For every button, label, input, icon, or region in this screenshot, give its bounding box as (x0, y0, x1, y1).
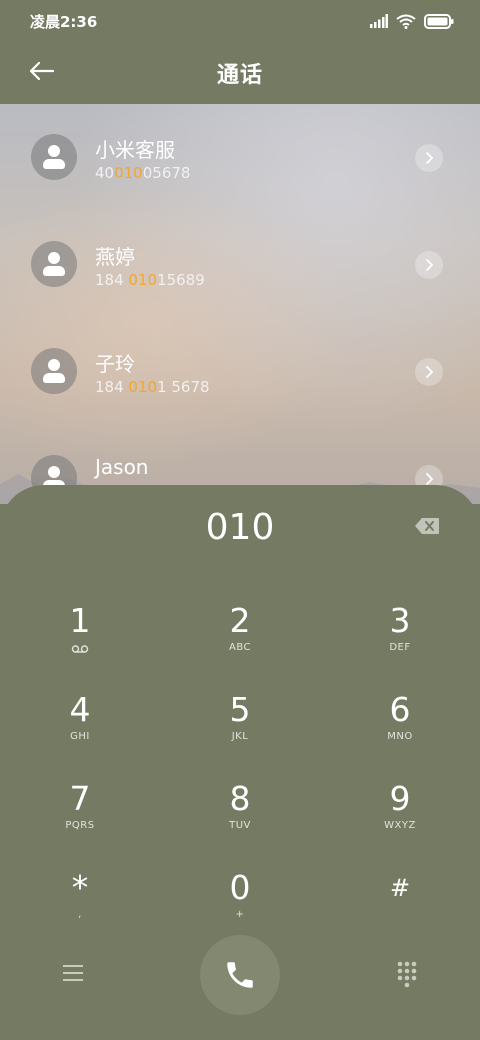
contact-row[interactable]: 小米客服 4001005678 (0, 104, 480, 184)
chevron-right-icon (426, 366, 434, 378)
details-button[interactable] (415, 144, 443, 172)
battery-icon (424, 13, 454, 29)
dialed-number[interactable]: 010 (0, 507, 480, 548)
page-title: 通话 (216, 63, 263, 88)
back-button[interactable] (28, 56, 62, 86)
status-bar: 凌晨2:36 (0, 0, 480, 42)
dial-key-2[interactable]: 2 ABC (160, 603, 320, 683)
dial-key-6[interactable]: 6 MNO (320, 692, 480, 772)
contact-results: 小米客服 4001005678 燕婷 184 01015689 子玲 184 0… (0, 104, 480, 504)
details-button[interactable] (415, 358, 443, 386)
dial-key-3[interactable]: 3 DEF (320, 603, 480, 683)
chevron-right-icon (426, 473, 434, 485)
dial-key-5[interactable]: 5 JKL (160, 692, 320, 772)
avatar (31, 134, 77, 180)
dial-key-star[interactable]: * , (0, 870, 160, 950)
avatar (31, 241, 77, 287)
dial-key-4[interactable]: 4 GHI (0, 692, 160, 772)
contact-row[interactable]: 子玲 184 0101 5678 (0, 318, 480, 398)
voicemail-icon (71, 645, 89, 653)
chevron-right-icon (426, 259, 434, 271)
dialpad-panel: 010 1 2 ABC 3 DEF 4 GHI 5 JKL 6 MNO 7 PQ… (0, 485, 480, 1040)
contact-name: 燕婷 (95, 245, 135, 269)
phone-icon (227, 962, 253, 988)
dial-key-7[interactable]: 7 PQRS (0, 781, 160, 861)
chevron-right-icon (426, 152, 434, 164)
contact-name: 小米客服 (95, 138, 175, 162)
contact-number: 184 01015689 (95, 271, 205, 289)
status-icons (370, 13, 454, 29)
dial-key-9[interactable]: 9 WXYZ (320, 781, 480, 861)
contact-row[interactable]: 燕婷 184 01015689 (0, 211, 480, 291)
backspace-icon[interactable] (414, 517, 440, 535)
status-time: 凌晨2:36 (30, 12, 98, 31)
dial-key-8[interactable]: 8 TUV (160, 781, 320, 861)
contact-number: 184 0101 5678 (95, 378, 210, 396)
dial-key-1[interactable]: 1 (0, 603, 160, 683)
dial-key-pound[interactable]: # (320, 870, 480, 950)
call-button[interactable] (200, 935, 280, 1015)
menu-icon[interactable] (60, 962, 86, 984)
avatar (31, 348, 77, 394)
back-arrow-icon (29, 61, 54, 81)
contact-name: Jason (95, 455, 149, 479)
wifi-icon (396, 14, 416, 29)
contact-name: 子玲 (95, 352, 135, 376)
dialpad-toggle-icon[interactable] (394, 960, 420, 990)
header: 通话 (0, 42, 480, 104)
contact-number: 4001005678 (95, 164, 191, 182)
details-button[interactable] (415, 251, 443, 279)
signal-icon (370, 14, 388, 28)
